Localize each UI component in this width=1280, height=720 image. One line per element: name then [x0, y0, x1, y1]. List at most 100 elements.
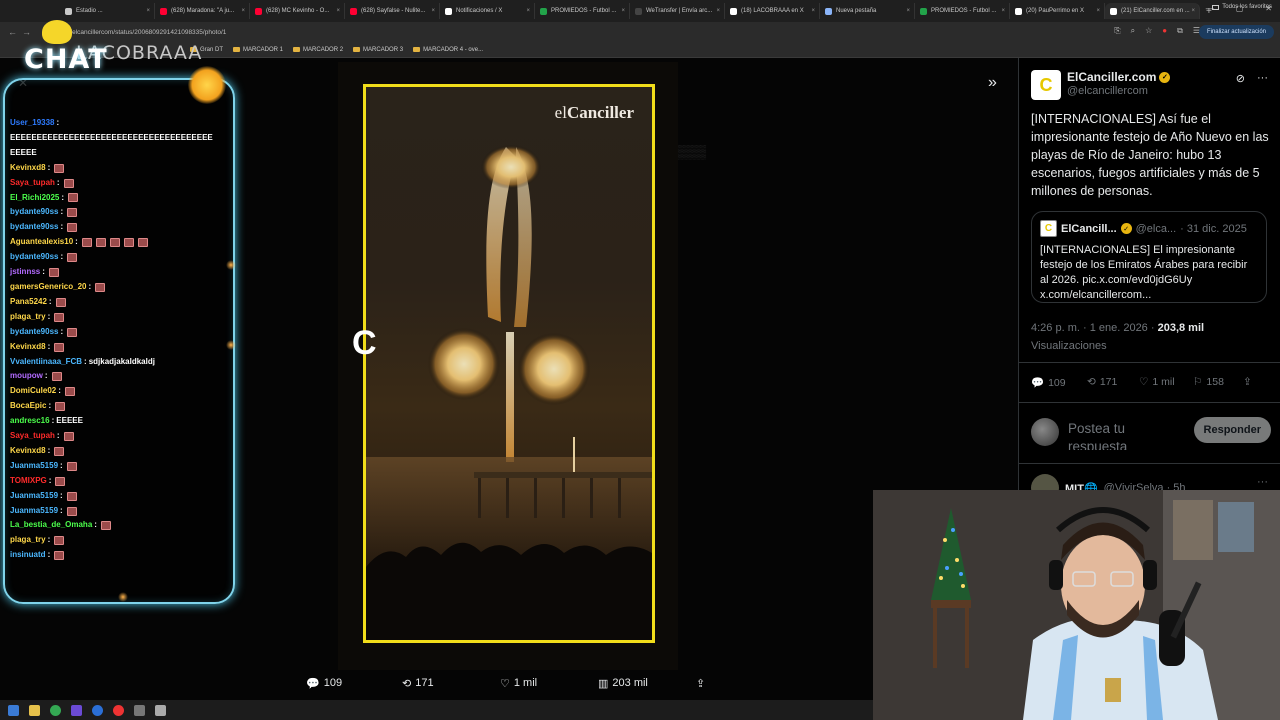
chat-username: Juanma5159: [10, 505, 59, 515]
app-icon[interactable]: [134, 704, 145, 716]
chat-message: bydante90ss :: [10, 325, 235, 340]
extension-icon[interactable]: ⧉: [1177, 26, 1183, 36]
tab-close-icon[interactable]: ×: [621, 8, 625, 14]
author-name-row[interactable]: ElCanciller.com ✓: [1067, 70, 1171, 84]
tab-close-icon[interactable]: ×: [146, 8, 150, 14]
quoted-post[interactable]: C ElCancill... ✓ @elca... · 31 dic. 2025…: [1031, 211, 1267, 303]
extension-red-icon[interactable]: ●: [1162, 26, 1167, 36]
install-icon[interactable]: ⎘: [1114, 26, 1120, 36]
likes-count: 1 mil: [1152, 376, 1175, 388]
tab-favicon-icon: [920, 7, 927, 15]
chat-message: Juanma5159 :: [10, 489, 235, 504]
tab-close-icon[interactable]: ×: [431, 8, 435, 14]
webcam-overlay: [873, 490, 1280, 720]
fireworks-video[interactable]: elCanciller: [363, 84, 655, 643]
sun-decoration: [188, 66, 226, 104]
browser-tab[interactable]: PROMIEDOS - Futbol ... ×: [535, 3, 630, 19]
emote-icon: [63, 178, 74, 188]
tab-close-icon[interactable]: ×: [811, 8, 815, 14]
tab-label: PROMIEDOS - Futbol ...: [551, 8, 617, 14]
chat-message: Saya_tupah :: [10, 176, 235, 191]
repost-action[interactable]: ⟲ 171: [402, 677, 434, 690]
bookmarks-stat[interactable]: ⚐ 158: [1193, 376, 1224, 388]
bookmark-star-icon[interactable]: ☆: [1145, 26, 1152, 36]
reply-button[interactable]: Responder: [1193, 417, 1271, 443]
app-icon[interactable]: [92, 704, 103, 716]
tab-close-icon[interactable]: ×: [526, 8, 530, 14]
chat-username: Kevinxd8: [10, 341, 46, 351]
share-action[interactable]: ⇪: [696, 677, 705, 690]
bookmark-item[interactable]: MARCADOR 1: [233, 47, 283, 53]
chat-message: andresc16 : EEEEE: [10, 414, 235, 429]
start-icon[interactable]: [8, 704, 19, 716]
file-explorer-icon[interactable]: [29, 704, 40, 716]
tab-close-icon[interactable]: ×: [1096, 8, 1100, 14]
more-options-icon[interactable]: ···: [1257, 72, 1268, 85]
browser-tab[interactable]: (628) MC Kevinho - O... ×: [250, 3, 345, 19]
tab-close-icon[interactable]: ×: [906, 8, 910, 14]
author-handle[interactable]: @elcancillercom: [1067, 85, 1170, 97]
bookmark-folder-icon: [353, 47, 361, 52]
back-icon[interactable]: ←: [8, 27, 17, 37]
url-field[interactable]: com/elcancillercom/status/20068092914210…: [58, 29, 226, 36]
browser-tab-strip: Estadio ... × (628) Maradona: "A ju... × (62…: [0, 0, 1280, 22]
chat-separator: :: [44, 371, 48, 381]
browser-tab[interactable]: Estadio ... ×: [60, 3, 155, 19]
chat-message: Kevinxd8 :: [10, 444, 235, 459]
emote-icon: [137, 238, 148, 248]
share-stat[interactable]: ⇪: [1243, 376, 1252, 388]
browser-tab[interactable]: (21) ElCanciller.com en ... ×: [1105, 3, 1200, 19]
chat-username: La_bestia_de_Omaha: [10, 520, 93, 530]
chrome-icon[interactable]: [50, 704, 61, 716]
tab-close-icon[interactable]: ×: [1191, 8, 1195, 14]
author-avatar[interactable]: C: [1031, 70, 1061, 100]
tab-close-icon[interactable]: ×: [241, 8, 245, 14]
browser-tab[interactable]: (18) LACOBRAAA en X ×: [725, 3, 820, 19]
finish-update-button[interactable]: Finalizar actualización: [1198, 25, 1274, 39]
emote-icon: [55, 476, 66, 486]
like-action[interactable]: ♡ 1 mil: [500, 677, 537, 690]
tab-close-icon[interactable]: ×: [336, 8, 340, 14]
chat-separator: :: [84, 356, 87, 366]
emote-icon: [54, 163, 65, 173]
likes-stat[interactable]: ♡ 1 mil: [1139, 376, 1175, 388]
collapse-panel-icon[interactable]: »: [988, 74, 997, 92]
browser-tab[interactable]: Notificaciones / X ×: [440, 3, 535, 19]
quoted-post-header: C ElCancill... ✓ @elca... · 31 dic. 2025: [1040, 220, 1258, 237]
tab-close-icon[interactable]: ×: [716, 8, 720, 14]
tab-close-icon[interactable]: ×: [1001, 8, 1005, 14]
forward-icon[interactable]: →: [22, 27, 31, 37]
reposts-stat[interactable]: ⟲ 171: [1087, 376, 1117, 388]
reply-action[interactable]: 💬 109: [306, 677, 342, 690]
emote-icon: [66, 506, 77, 516]
app-icon[interactable]: [113, 704, 124, 716]
app-icon[interactable]: [71, 704, 82, 716]
grok-icon[interactable]: ⊘: [1236, 72, 1245, 85]
post-time[interactable]: 4:26 p. m. · 1 ene. 2026 ·: [1031, 322, 1155, 334]
tab-label: (628) Maradona: "A ju...: [171, 8, 235, 14]
browser-tab[interactable]: (628) Sayfalse - Nulite... ×: [345, 3, 440, 19]
view-count: 203 mil: [612, 677, 648, 689]
more-options-icon[interactable]: ···: [1257, 476, 1268, 488]
chat-username: Juanma5159: [10, 460, 59, 470]
bookmark-item[interactable]: MARCADOR 2: [293, 47, 343, 53]
chat-messages: User_19338 : EEEEEEEEEEEEEEEEEEEEEEEEEEEE…: [10, 116, 235, 563]
emote-icon: [54, 342, 65, 352]
bookmark-item[interactable]: MARCADOR 4 - ove...: [413, 47, 483, 53]
browser-tab[interactable]: Nueva pestaña ×: [820, 3, 915, 19]
browser-tab[interactable]: PROMIEDOS - Futbol ... ×: [915, 3, 1010, 19]
browser-tab[interactable]: (628) Maradona: "A ju... ×: [155, 3, 250, 19]
views-action[interactable]: ▥ 203 mil: [598, 677, 648, 690]
emote-icon: [55, 297, 66, 307]
bookmark-item[interactable]: MARCADOR 3: [353, 47, 403, 53]
app-icon[interactable]: [155, 704, 166, 716]
zoom-icon[interactable]: ⌕: [1131, 26, 1135, 36]
divider: [1019, 463, 1280, 464]
reply-composer: Postea tu respuesta Responder: [1031, 416, 1271, 450]
browser-tab[interactable]: (20) PauPerrimo en X ×: [1010, 3, 1105, 19]
replies-stat[interactable]: 💬 109: [1031, 376, 1066, 390]
all-bookmarks[interactable]: Todos los favoritos: [1212, 4, 1272, 10]
reply-input[interactable]: Postea tu respuesta: [1068, 420, 1168, 450]
browser-tab[interactable]: WeTransfer | Envía arc... ×: [630, 3, 725, 19]
chat-message: Kevinxd8 :: [10, 340, 235, 355]
